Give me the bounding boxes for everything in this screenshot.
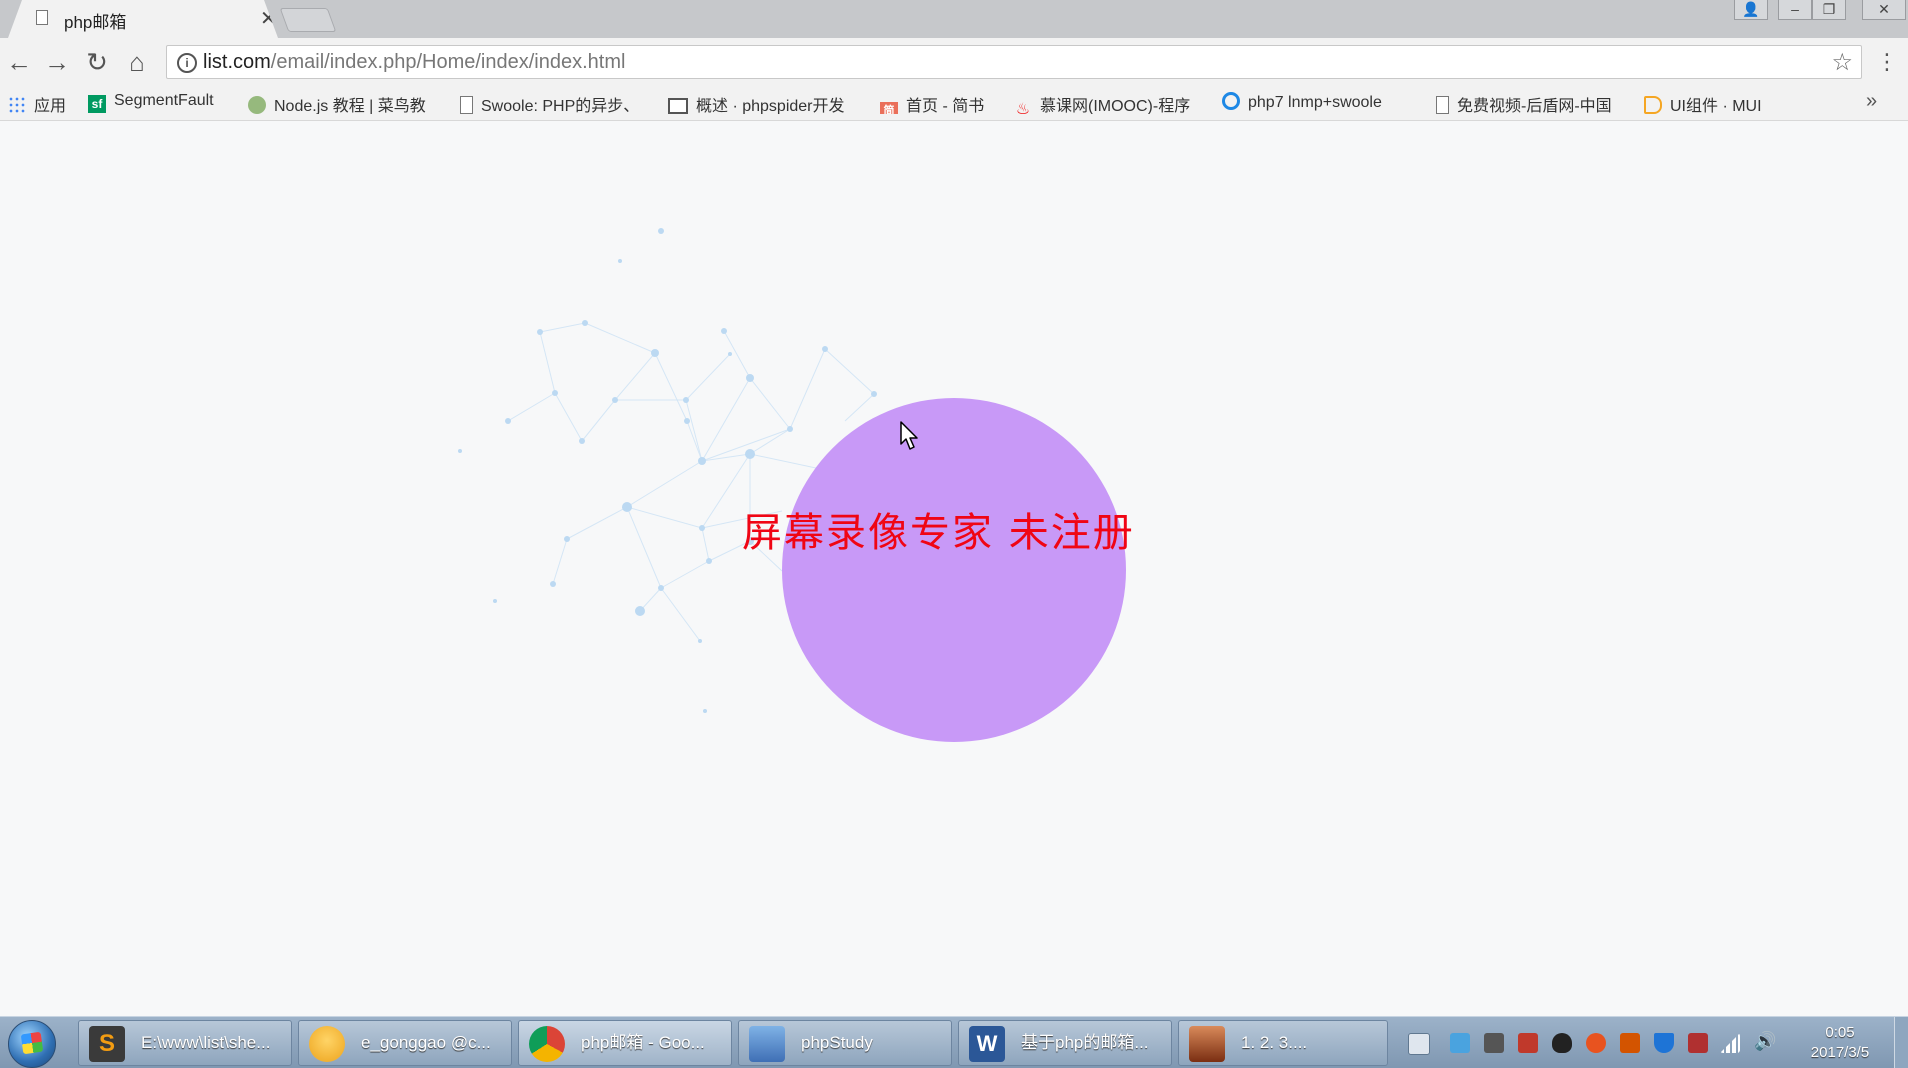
browser-menu-icon[interactable]: ⋮ [1876,48,1898,76]
page-icon [1436,96,1449,114]
antivirus-icon[interactable] [1518,1033,1538,1053]
back-button[interactable]: ← [4,48,34,78]
shield-icon[interactable] [1654,1033,1674,1053]
windows-taskbar: S E:\www\list\she... e_gonggao @c... php… [0,1016,1908,1068]
jianshu-icon: 简 [880,102,898,114]
network-app-icon[interactable] [1450,1033,1470,1053]
bookmark-swoole[interactable]: Swoole: PHP的异步、 [460,92,652,114]
tool-icon[interactable] [1484,1033,1504,1053]
browser-toolbar: ← → ↻ ⌂ i list.com/email/index.php/Home/… [0,38,1908,86]
new-tab-button[interactable] [279,8,337,32]
tab-strip: php邮箱 ✕ 👤 – ❐ ✕ [0,0,1908,38]
word-icon: W [969,1026,1005,1062]
bookmark-jianshu[interactable]: 简首页 - 简书 [880,92,998,114]
qq-icon[interactable] [1552,1033,1572,1053]
bookmark-imooc[interactable]: ♨ 慕课网(IMOOC)-程序 [1014,92,1204,114]
database-tool-icon [309,1026,345,1062]
imooc-flame-icon: ♨ [1015,101,1031,114]
signal-icon[interactable] [1720,1033,1740,1053]
bookmark-houdun[interactable]: 免费视频-后盾网-中国 [1436,92,1628,114]
runoob-icon [248,96,266,114]
bookmark-php7-lnmp[interactable]: php7 lnmp+swoole [1222,92,1416,114]
app-icon[interactable] [1620,1033,1640,1053]
url-path: /email/index.php/Home/index/index.html [270,51,626,73]
url-host: list.com [203,51,271,73]
taskbar-item-word[interactable]: W 基于php的邮箱... [958,1020,1172,1066]
sublime-text-icon: S [89,1026,125,1062]
page-content: 屏幕录像专家 未注册 [0,121,1908,1016]
taskbar-item-sublime[interactable]: S E:\www\list\she... [78,1020,292,1066]
keyboard-icon[interactable] [1408,1033,1430,1055]
purple-circle [782,398,1126,742]
tab-title: php邮箱 [64,13,127,32]
restore-button[interactable]: ❐ [1812,0,1846,20]
recorder-avatar-icon [1189,1026,1225,1062]
page-icon [460,96,473,114]
close-window-button[interactable]: ✕ [1862,0,1906,20]
more-bookmarks-icon[interactable]: » [1866,90,1877,113]
clock-time: 0:05 [1825,1024,1855,1041]
user-icon[interactable]: 👤 [1734,0,1768,20]
tab-close-icon[interactable]: ✕ [260,6,277,31]
windows-logo-icon [20,1031,44,1055]
segmentfault-icon: sf [88,95,106,113]
taskbar-item-database[interactable]: e_gonggao @c... [298,1020,512,1066]
info-icon[interactable]: i [177,53,197,73]
chrome-icon [529,1026,565,1062]
weibo-icon[interactable] [1586,1033,1606,1053]
page-icon [36,10,48,25]
minimize-button[interactable]: – [1778,0,1812,20]
bookmark-star-icon[interactable]: ☆ [1831,48,1853,77]
show-desktop-button[interactable] [1894,1017,1908,1068]
book-icon [668,98,688,114]
screen-recorder-watermark: 屏幕录像专家 未注册 [742,510,1135,556]
mouse-cursor-icon [900,421,918,450]
taskbar-item-phpstudy[interactable]: phpStudy [738,1020,952,1066]
reload-button[interactable]: ↻ [82,48,112,78]
ring-icon [1222,92,1240,110]
bookmarks-bar: 应用 sf SegmentFault Node.js 教程 | 菜鸟教 Swool… [0,86,1908,121]
forward-button[interactable]: → [42,48,72,78]
bookmark-segmentfault[interactable]: sf SegmentFault [88,92,236,114]
volume-icon[interactable]: 🔊 [1754,1031,1776,1051]
tab-php-mail[interactable]: php邮箱 ✕ [8,0,278,38]
phpstudy-icon [749,1026,785,1062]
address-bar[interactable]: i list.com/email/index.php/Home/index/in… [166,45,1862,79]
taskbar-item-recorder[interactable]: 1. 2. 3.... [1178,1020,1388,1066]
start-button[interactable] [8,1020,56,1068]
security-icon[interactable] [1688,1033,1708,1053]
url-text[interactable]: list.com/email/index.php/Home/index/inde… [203,51,625,74]
mui-tag-icon [1644,96,1662,114]
system-clock[interactable]: 0:05 2017/3/5 [1792,1023,1888,1063]
home-button[interactable]: ⌂ [122,48,152,78]
bookmark-nodejs[interactable]: Node.js 教程 | 菜鸟教 [248,92,444,114]
apps-icon [8,96,26,114]
clock-date: 2017/3/5 [1810,1044,1870,1061]
taskbar-item-chrome[interactable]: php邮箱 - Goo... [518,1020,732,1066]
bookmark-mui[interactable]: UI组件 · MUI [1644,92,1784,114]
bookmark-phpspider[interactable]: 概述 · phpspider开发 [668,92,862,114]
bookmark-apps[interactable]: 应用 [8,92,76,114]
